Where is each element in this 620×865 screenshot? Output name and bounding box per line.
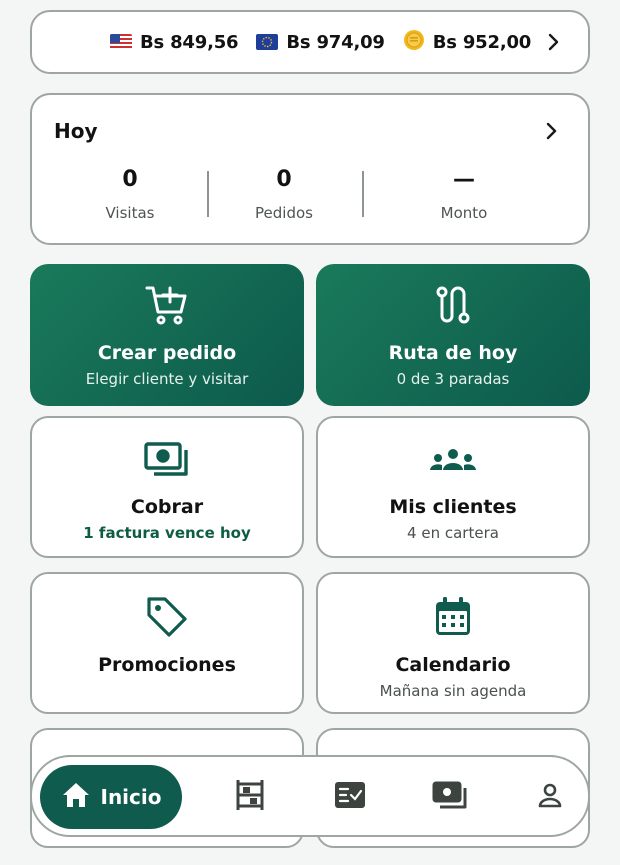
today-route-tile[interactable]: Ruta de hoy 0 de 3 paradas — [316, 264, 590, 406]
divider — [362, 171, 364, 217]
calendar-tile[interactable]: Calendario Mañana sin agenda — [316, 572, 590, 714]
rate-eur-value: Bs 974,09 — [286, 31, 385, 53]
today-summary-card[interactable]: Hoy 0 Visitas 0 Pedidos — Monto — [30, 93, 590, 245]
cash-icon — [143, 436, 191, 482]
rate-coin: Bs 952,00 — [403, 29, 531, 55]
rate-eur: Bs 974,09 — [256, 31, 385, 53]
today-title: Hoy — [54, 119, 98, 143]
tile-title: Ruta de hoy — [388, 342, 518, 364]
nav-home-button[interactable]: Inicio — [40, 765, 182, 829]
collect-tile[interactable]: Cobrar 1 factura vence hoy — [30, 416, 304, 558]
checklist-icon — [334, 781, 366, 813]
nav-home-label: Inicio — [100, 785, 162, 809]
tile-subtitle: 1 factura vence hoy — [83, 524, 251, 542]
eu-flag-icon — [256, 34, 279, 50]
stat-amount: — Monto — [384, 167, 544, 222]
stat-visits-label: Visitas — [105, 204, 155, 222]
stat-amount-label: Monto — [440, 204, 488, 222]
tile-title: Mis clientes — [389, 496, 517, 518]
route-icon — [430, 282, 476, 328]
group-icon — [428, 436, 478, 482]
cart-plus-icon — [144, 282, 190, 328]
rate-coin-value: Bs 952,00 — [432, 31, 532, 53]
stat-orders-value: 0 — [276, 167, 292, 192]
calendar-icon — [430, 594, 476, 640]
tile-subtitle: 4 en cartera — [407, 524, 499, 542]
promotions-tile[interactable]: Promociones — [30, 572, 304, 714]
rate-usd: Bs 849,56 — [110, 31, 239, 53]
tile-subtitle: 0 de 3 paradas — [396, 370, 510, 388]
tile-subtitle: Mañana sin agenda — [379, 682, 527, 700]
tile-subtitle: Elegir cliente y visitar — [85, 370, 249, 388]
chevron-right-icon[interactable] — [544, 121, 558, 145]
nav-inventory-button[interactable] — [228, 777, 272, 817]
coin-icon — [403, 29, 425, 55]
nav-profile-button[interactable] — [528, 777, 572, 817]
nav-payments-button[interactable] — [428, 777, 472, 817]
stat-visits-value: 0 — [122, 167, 138, 192]
us-flag-icon — [110, 34, 132, 50]
stat-orders: 0 Pedidos — [204, 167, 364, 222]
stat-visits: 0 Visitas — [50, 167, 210, 222]
home-icon — [61, 781, 91, 813]
nav-tasks-button[interactable] — [328, 777, 372, 817]
tile-title: Promociones — [98, 654, 236, 676]
bottom-navigation: Inicio — [30, 755, 590, 837]
tile-title: Cobrar — [130, 496, 204, 518]
stat-amount-value: — — [453, 167, 475, 192]
exchange-rates-bar[interactable]: Bs 849,56 Bs 974,09 Bs 952,00 — [30, 10, 590, 74]
tile-title: Crear pedido — [97, 342, 237, 364]
profile-icon — [536, 781, 564, 813]
stat-orders-label: Pedidos — [255, 204, 313, 222]
money-icon — [432, 780, 468, 814]
my-clients-tile[interactable]: Mis clientes 4 en cartera — [316, 416, 590, 558]
tag-icon — [144, 594, 190, 640]
tile-title: Calendario — [395, 654, 511, 676]
rate-usd-value: Bs 849,56 — [140, 31, 239, 53]
chevron-right-icon[interactable] — [546, 32, 560, 56]
shelves-icon — [235, 778, 265, 816]
create-order-tile[interactable]: Crear pedido Elegir cliente y visitar — [30, 264, 304, 406]
